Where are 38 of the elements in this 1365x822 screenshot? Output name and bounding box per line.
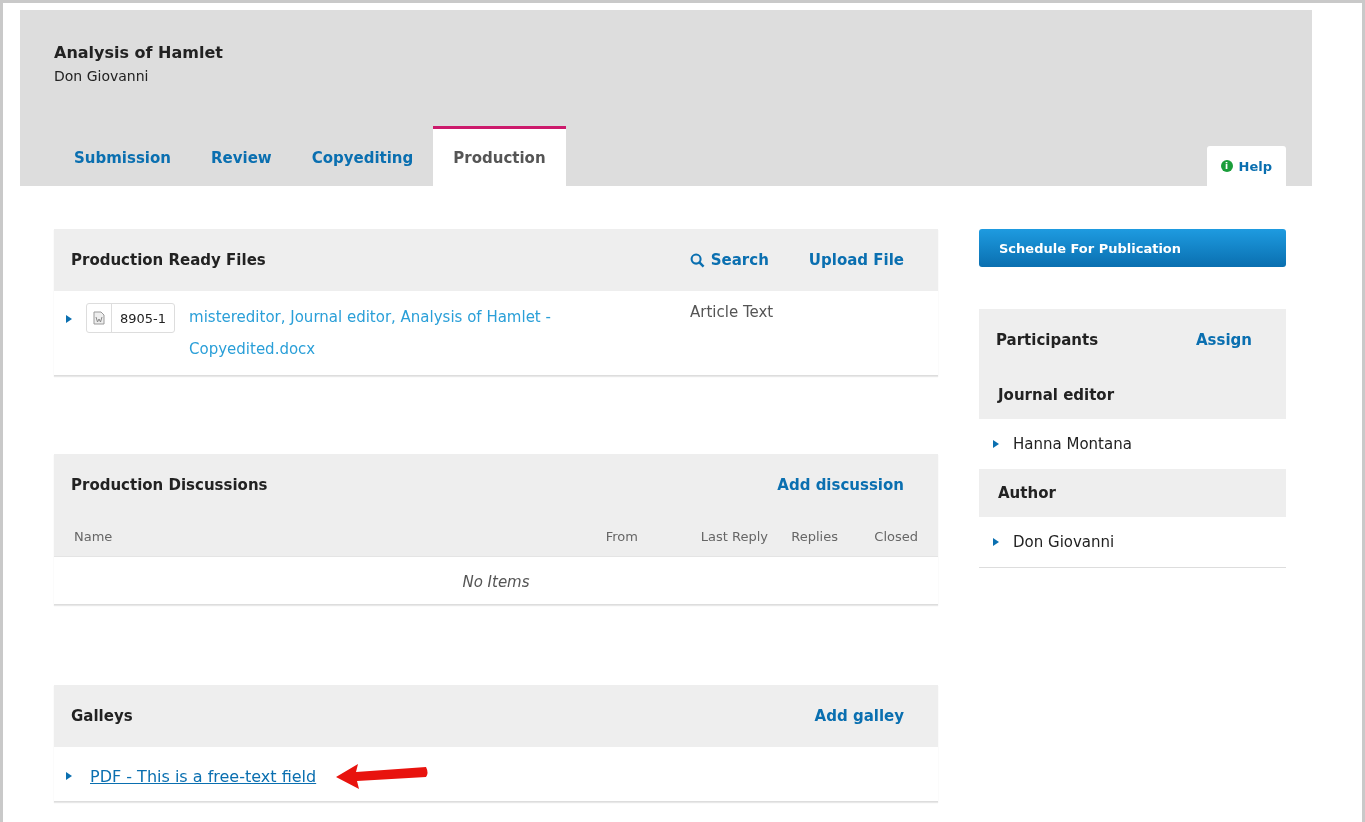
panel-title: Production Discussions	[71, 476, 268, 494]
article-title: Analysis of Hamlet	[54, 43, 224, 62]
role-heading: Author	[979, 469, 1286, 517]
expand-icon[interactable]	[66, 315, 72, 323]
role-heading: Journal editor	[979, 371, 1286, 419]
galley-link[interactable]: PDF - This is a free-text field	[90, 766, 317, 786]
add-discussion-link[interactable]: Add discussion	[777, 476, 904, 494]
tab[interactable]: Copyediting	[291, 126, 434, 186]
article-author: Don Giovanni	[54, 68, 150, 84]
participant-name[interactable]: Don Giovanni	[1013, 533, 1115, 551]
file-type: Article Text	[690, 303, 774, 321]
panel-title: Production Ready Files	[71, 251, 266, 269]
info-icon: i	[1220, 160, 1233, 172]
help-button[interactable]: i Help	[1206, 146, 1286, 186]
panel-title: Participants	[996, 331, 1099, 349]
schedule-button[interactable]: Schedule For Publication	[979, 229, 1286, 267]
column-header: Replies	[790, 528, 838, 544]
column-header: Name	[74, 528, 114, 544]
tab[interactable]: Production	[433, 126, 566, 186]
document-icon	[93, 311, 105, 325]
file-link[interactable]: mistereditor, Journal editor, Analysis of Hamlet - Copyedited.docx	[189, 301, 610, 365]
upload-link[interactable]: Upload File	[808, 251, 904, 269]
tab[interactable]: Submission	[54, 126, 191, 186]
empty-message: No Items	[461, 572, 531, 593]
expand-icon[interactable]	[993, 538, 999, 546]
column-header: Last Reply	[699, 528, 768, 544]
assign-link[interactable]: Assign	[1195, 331, 1252, 349]
search-link[interactable]: Search	[689, 251, 769, 269]
panel-title: Galleys	[71, 707, 133, 725]
tab[interactable]: Review	[191, 126, 292, 186]
column-header: Closed	[873, 528, 918, 544]
expand-icon[interactable]	[993, 440, 999, 448]
participant-name[interactable]: Hanna Montana	[1013, 435, 1132, 453]
search-icon	[689, 252, 705, 268]
expand-icon[interactable]	[66, 772, 72, 780]
add-galley-link[interactable]: Add galley	[814, 707, 904, 725]
file-badge: 8905-1	[86, 303, 176, 333]
column-header: From	[604, 528, 638, 544]
